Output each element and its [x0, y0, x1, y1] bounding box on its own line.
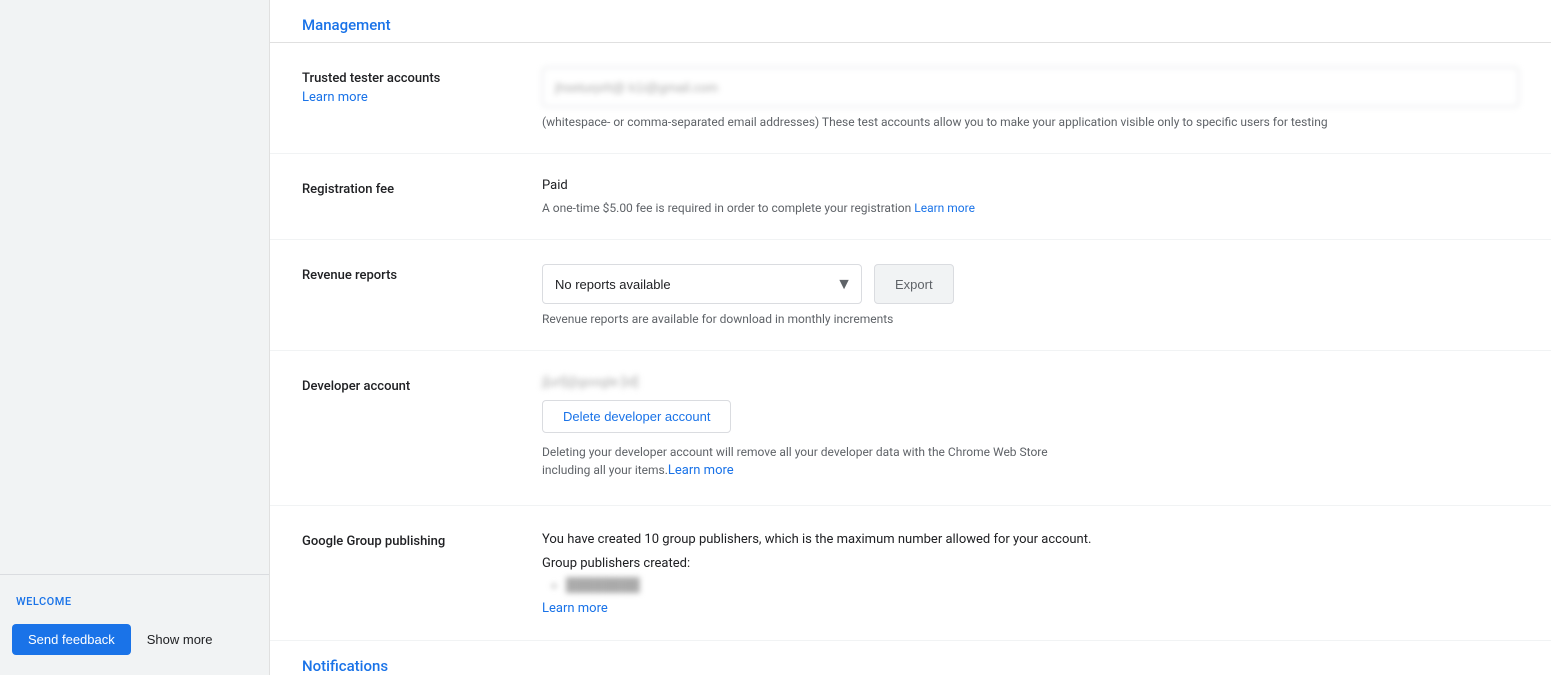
developer-account-row: Developer account j[url]@google [id] Del…: [270, 351, 1551, 506]
revenue-reports-row: Revenue reports No reports available ▼ E…: [270, 240, 1551, 351]
developer-account-content: j[url]@google [id] Delete developer acco…: [542, 375, 1519, 481]
publishers-created-label: Group publishers created:: [542, 556, 1519, 571]
developer-account-email: j[url]@google [id]: [542, 375, 639, 390]
registration-fee-learn-more[interactable]: Learn more: [914, 201, 975, 215]
trusted-tester-content: (whitespace- or comma-separated email ad…: [542, 67, 1519, 129]
revenue-hint: Revenue reports are available for downlo…: [542, 312, 1519, 326]
trusted-tester-label: Trusted tester accounts Learn more: [302, 67, 542, 105]
registration-fee-description: A one-time $5.00 fee is required in orde…: [542, 201, 1519, 215]
registration-fee-row: Registration fee Paid A one-time $5.00 f…: [270, 154, 1551, 240]
publishers-list: ████████: [542, 577, 1519, 593]
delete-warning-text: Deleting your developer account will rem…: [542, 443, 1062, 481]
google-group-row: Google Group publishing You have created…: [270, 506, 1551, 642]
google-group-content: You have created 10 group publishers, wh…: [542, 530, 1519, 617]
developer-account-label: Developer account: [302, 375, 542, 394]
export-button[interactable]: Export: [874, 264, 954, 304]
registration-fee-content: Paid A one-time $5.00 fee is required in…: [542, 178, 1519, 215]
notifications-section: Notifications: [270, 641, 1551, 675]
reports-select-wrapper: No reports available ▼: [542, 264, 862, 304]
trusted-tester-row: Trusted tester accounts Learn more (whit…: [270, 43, 1551, 154]
trusted-tester-title: Trusted tester accounts: [302, 71, 542, 86]
trusted-tester-learn-more[interactable]: Learn more: [302, 90, 542, 105]
notifications-title[interactable]: Notifications: [302, 657, 388, 675]
delete-developer-account-button[interactable]: Delete developer account: [542, 400, 731, 433]
show-more-button[interactable]: Show more: [139, 624, 221, 655]
management-section-title[interactable]: Management: [302, 16, 391, 34]
reports-select[interactable]: No reports available: [542, 264, 862, 304]
send-feedback-button[interactable]: Send feedback: [12, 624, 131, 655]
revenue-controls: No reports available ▼ Export: [542, 264, 1519, 304]
google-group-label: Google Group publishing: [302, 530, 542, 549]
revenue-reports-content: No reports available ▼ Export Revenue re…: [542, 264, 1519, 326]
registration-fee-status: Paid: [542, 178, 1519, 193]
trusted-tester-input[interactable]: [542, 67, 1519, 107]
management-section-header: Management: [270, 0, 1551, 42]
google-group-learn-more[interactable]: Learn more: [542, 601, 608, 616]
registration-fee-label: Registration fee: [302, 178, 542, 197]
google-group-description: You have created 10 group publishers, wh…: [542, 530, 1519, 551]
publisher-item: ████████: [566, 577, 1519, 593]
welcome-label: WELCOME: [0, 587, 269, 616]
sidebar: WELCOME Send feedback Show more: [0, 0, 270, 675]
revenue-reports-label: Revenue reports: [302, 264, 542, 283]
main-content: Management Trusted tester accounts Learn…: [270, 0, 1551, 675]
trusted-tester-hint: (whitespace- or comma-separated email ad…: [542, 115, 1519, 129]
developer-account-learn-more[interactable]: Learn more: [668, 463, 734, 478]
